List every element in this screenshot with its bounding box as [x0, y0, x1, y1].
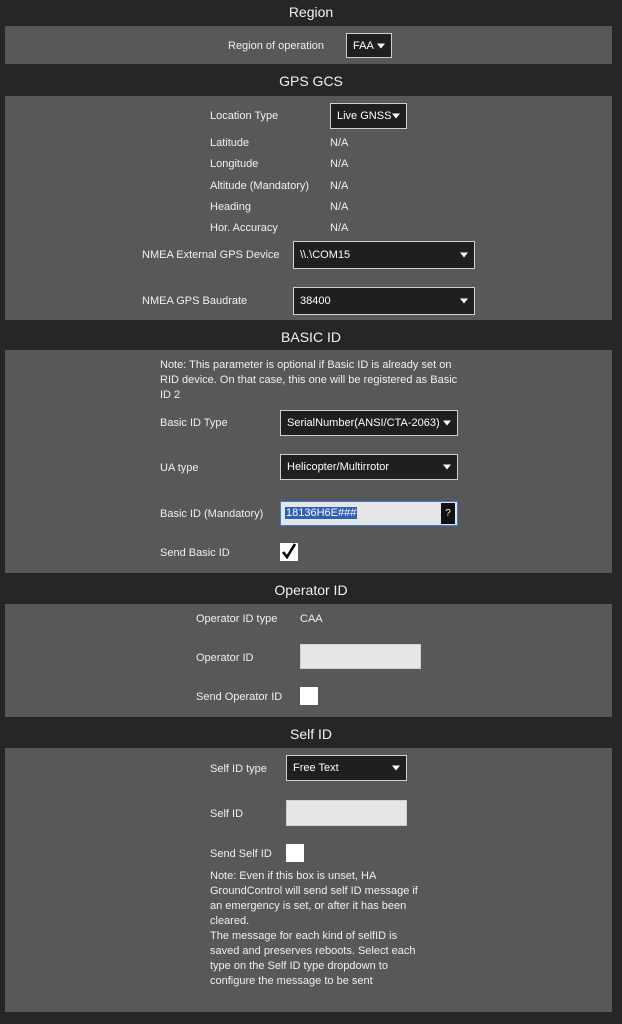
send-operator-id-label: Send Operator ID	[196, 691, 283, 703]
operator-id-type-label: Operator ID type	[196, 613, 278, 625]
send-self-id-label: Send Self ID	[210, 848, 272, 860]
basic-id-value: 18136H6E###	[285, 507, 358, 519]
heading-label: Heading	[210, 201, 251, 213]
send-operator-id-checkbox[interactable]	[300, 687, 318, 705]
basic-id-type-value: SerialNumber(ANSI/CTA-2063)	[287, 417, 440, 429]
basic-id-field-label: Basic ID (Mandatory)	[160, 508, 264, 520]
gps-gcs-header: GPS GCS	[279, 73, 343, 89]
chevron-down-icon	[377, 43, 385, 48]
region-of-operation-label: Region of operation	[228, 40, 325, 52]
self-id-panel: Self ID type Free Text Self ID Send Self…	[5, 748, 612, 1012]
region-header: Region	[288, 4, 334, 20]
longitude-label: Longitude	[210, 158, 259, 170]
latitude-label: Latitude	[210, 137, 250, 149]
send-self-id-checkbox[interactable]	[286, 844, 304, 862]
basic-id-type-dropdown[interactable]: SerialNumber(ANSI/CTA-2063)	[280, 410, 458, 436]
basic-id-panel: Note: This parameter is optional if Basi…	[5, 350, 612, 573]
basic-id-header: BASIC ID	[281, 329, 341, 345]
chevron-down-icon	[392, 113, 400, 119]
checkmark-icon	[282, 543, 296, 560]
hor-accuracy-label: Hor. Accuracy	[210, 222, 278, 234]
ua-type-dropdown[interactable]: Helicopter/Multirrotor	[280, 454, 458, 480]
basic-id-input[interactable]: 18136H6E### ?	[280, 501, 458, 526]
ua-type-label: UA type	[160, 462, 199, 474]
basic-id-note: Note: This parameter is optional if Basi…	[160, 359, 458, 401]
chevron-down-icon	[460, 252, 468, 258]
send-basic-id-checkbox[interactable]	[280, 543, 298, 561]
nmea-baud-label: NMEA GPS Baudrate	[142, 295, 248, 307]
self-id-input[interactable]	[286, 800, 407, 826]
nmea-device-dropdown[interactable]: \\.\COM15	[293, 241, 475, 269]
nmea-baud-dropdown[interactable]: 38400	[293, 287, 475, 315]
region-dropdown-value: FAA	[353, 39, 374, 52]
self-id-type-label: Self ID type	[210, 763, 267, 775]
basic-id-type-label: Basic ID Type	[160, 417, 228, 429]
altitude-label: Altitude (Mandatory)	[210, 180, 310, 192]
latitude-value: N/A	[330, 137, 349, 149]
operator-id-type-value: CAA	[300, 613, 323, 625]
self-id-type-dropdown[interactable]: Free Text	[286, 755, 407, 781]
location-type-label: Location Type	[210, 110, 279, 122]
chevron-down-icon	[392, 765, 400, 771]
chevron-down-icon	[443, 420, 451, 426]
operator-id-label: Operator ID	[196, 652, 254, 664]
self-id-header: Self ID	[289, 726, 332, 742]
self-id-label: Self ID	[210, 808, 244, 820]
location-type-dropdown[interactable]: Live GNSS	[330, 103, 407, 129]
region-dropdown[interactable]: FAA	[346, 33, 392, 58]
help-button[interactable]: ?	[441, 503, 455, 524]
self-id-note: Note: Even if this box is unset, HA Grou…	[210, 870, 418, 987]
ua-type-value: Helicopter/Multirrotor	[287, 461, 390, 473]
self-id-type-value: Free Text	[293, 762, 339, 774]
operator-id-panel: Operator ID type CAA Operator ID Send Op…	[5, 604, 612, 717]
nmea-device-value: \\.\COM15	[300, 249, 351, 261]
hor-accuracy-value: N/A	[330, 222, 349, 234]
location-type-value: Live GNSS	[337, 110, 392, 122]
altitude-value: N/A	[330, 180, 349, 192]
gps-gcs-panel: Location Type Live GNSS Latitude N/A Lon…	[5, 96, 612, 320]
heading-value: N/A	[330, 201, 349, 213]
operator-id-input[interactable]	[300, 644, 421, 669]
send-basic-id-label: Send Basic ID	[160, 547, 230, 559]
chevron-down-icon	[460, 298, 468, 304]
nmea-device-label: NMEA External GPS Device	[142, 249, 280, 261]
chevron-down-icon	[443, 464, 451, 470]
longitude-value: N/A	[330, 158, 349, 170]
operator-id-header: Operator ID	[274, 582, 348, 598]
region-panel: Region of operation FAA	[5, 26, 612, 64]
nmea-baud-value: 38400	[300, 295, 331, 307]
